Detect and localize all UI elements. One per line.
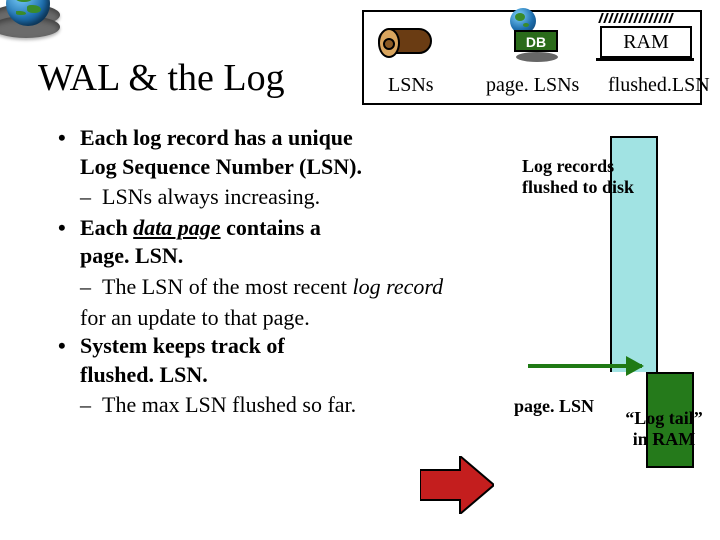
annotation-text: Log records <box>522 156 614 176</box>
bullet-text: System keeps track of <box>80 333 285 358</box>
bullet-text: Each <box>80 215 133 240</box>
bullet-text: data page <box>133 215 220 240</box>
log-icon <box>378 28 432 54</box>
bullet-text: for an update to that page. <box>80 305 310 330</box>
bullet-text: contains a <box>221 215 321 240</box>
db-box: DB <box>514 30 558 52</box>
bullet-text: The max LSN flushed so far. <box>102 392 356 417</box>
bullet-text: LSNs always increasing. <box>102 184 320 209</box>
annotation-log-flushed: Log records flushed to disk <box>522 156 672 198</box>
disk-icon <box>516 52 558 62</box>
annotation-text: flushed to disk <box>522 177 634 197</box>
ram-hatch-icon <box>600 10 692 18</box>
bullet-text: log record <box>353 274 444 299</box>
legend-box: DB RAM LSNs page. LSNs flushed.LSN <box>362 10 702 105</box>
bullet-text: The LSN of the most recent <box>102 274 353 299</box>
annotation-text: “Log tail” <box>625 408 703 428</box>
legend-label-lsns: LSNs <box>388 74 434 97</box>
bullet-list: Each log record has a unique Log Sequenc… <box>58 124 498 422</box>
ram-box: RAM <box>600 26 692 58</box>
bullet-text: Each log record has a unique <box>80 125 353 150</box>
arrow-right-icon <box>528 364 642 368</box>
annotation-text: in RAM <box>633 429 696 449</box>
bullet-text: Log Sequence Number (LSN). <box>80 154 362 179</box>
ram-floor <box>596 58 694 61</box>
bullet-text: flushed. LSN. <box>80 362 208 387</box>
legend-label-flushedlsn: flushed.LSN <box>608 74 710 97</box>
slide-title: WAL & the Log <box>38 56 285 100</box>
annotation-logtail: “Log tail” in RAM <box>614 408 714 450</box>
legend-label-pagelsns: page. LSNs <box>486 74 579 97</box>
bullet-text: page. LSN. <box>80 243 183 268</box>
slide: WAL & the Log DB RAM LSNs page. LSNs flu… <box>0 0 720 540</box>
annotation-pagelsn: page. LSN <box>514 396 594 417</box>
